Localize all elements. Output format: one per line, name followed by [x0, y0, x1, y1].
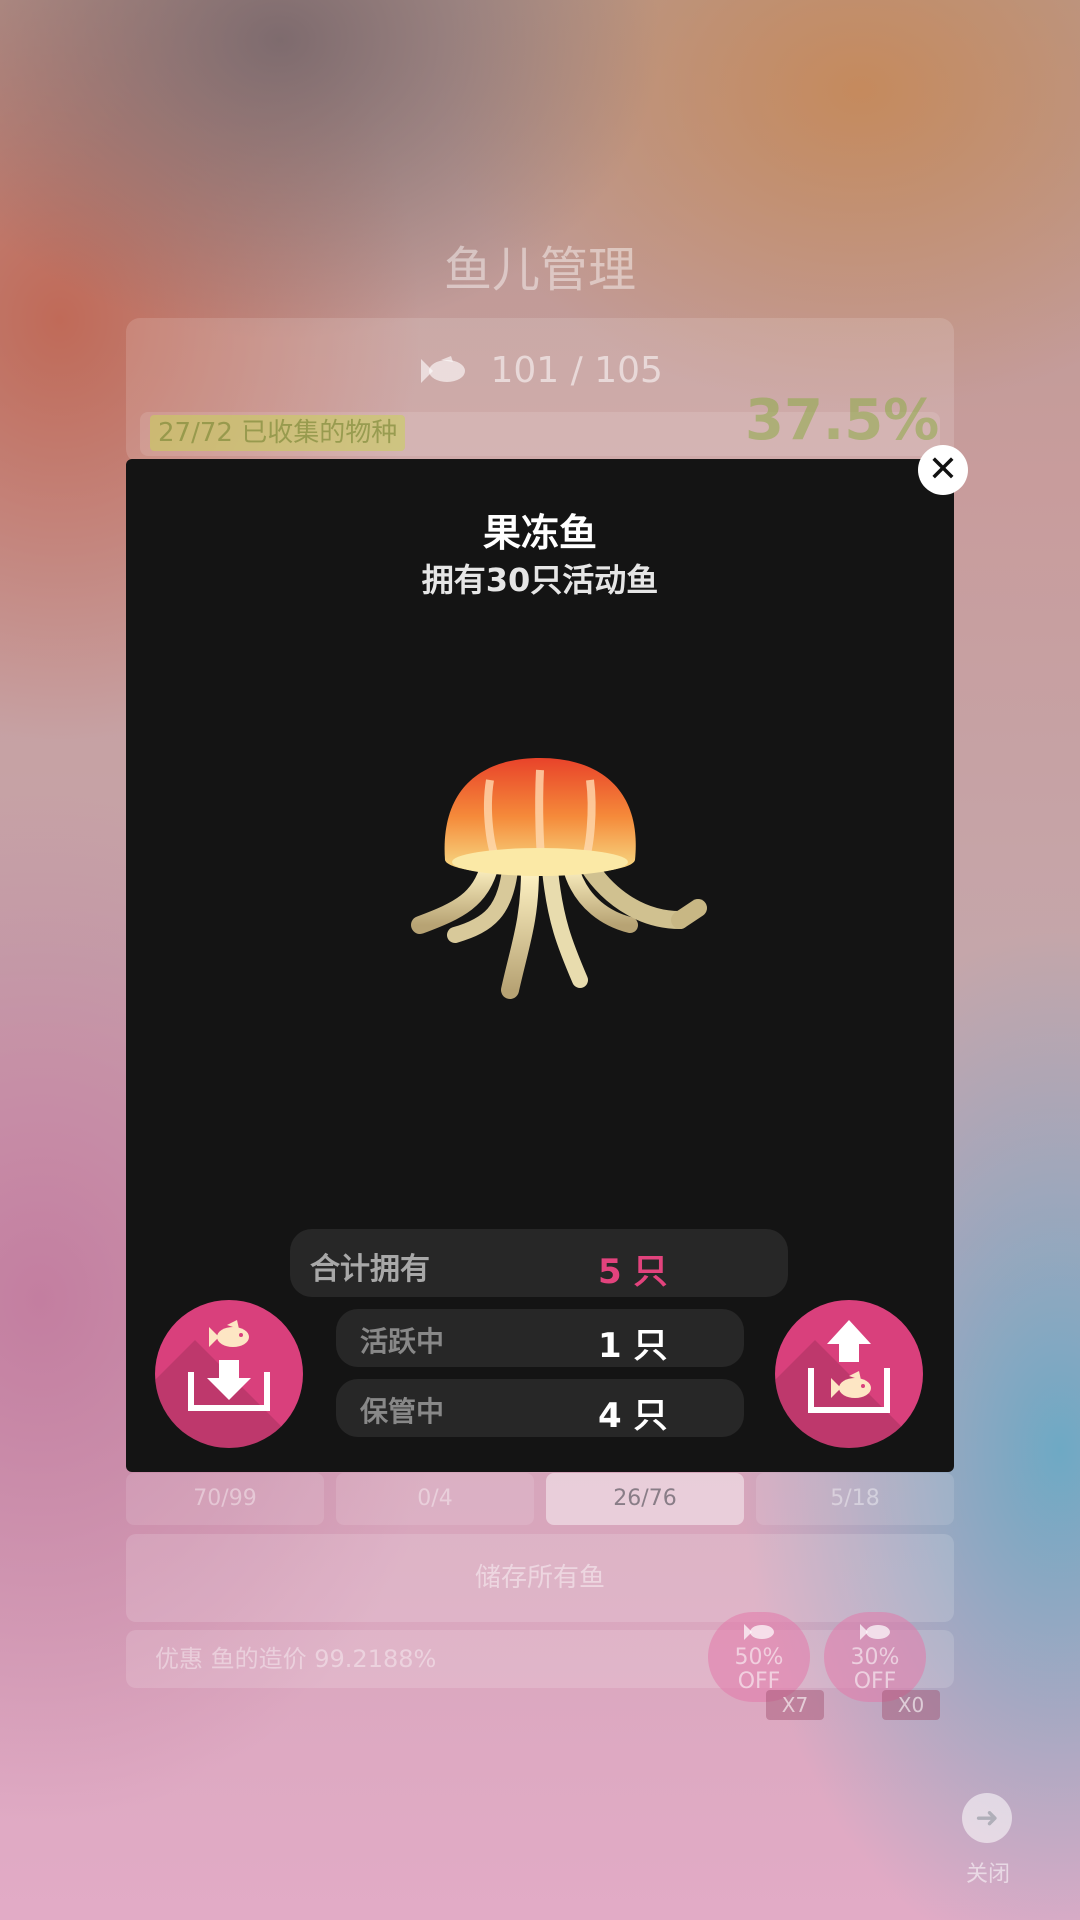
coupon-50-off[interactable]: 50% OFF	[708, 1612, 810, 1702]
stored-value: 4 只	[598, 1396, 668, 1436]
release-fish-icon	[808, 1320, 890, 1413]
fish-icon	[708, 1622, 810, 1646]
fish-icon	[824, 1622, 926, 1646]
coupon-multiplier: X7	[766, 1690, 824, 1720]
active-label: 活跃中	[360, 1325, 445, 1358]
close-label[interactable]: 关闭	[960, 1856, 1016, 1888]
fish-count-text: 101 / 105	[490, 350, 663, 391]
coupon-percent: 50%	[734, 1645, 784, 1670]
stored-label: 保管中	[360, 1395, 445, 1428]
close-icon[interactable]: ✕	[918, 445, 968, 495]
store-fish-button[interactable]	[155, 1300, 303, 1448]
tab-category-4[interactable]: 5/18	[756, 1473, 954, 1525]
store-all-fish-button[interactable]: 储存所有鱼	[126, 1534, 954, 1622]
total-owned-value: 5 只	[598, 1252, 668, 1292]
fish-subtitle: 拥有30只活动鱼	[421, 561, 659, 599]
fish-name: 果冻鱼	[482, 511, 597, 555]
jellyfish-image	[380, 750, 710, 1010]
species-collected-label: 27/72 已收集的物种	[150, 415, 406, 451]
collection-percent: 37.5%	[745, 388, 940, 453]
coupon-multiplier: X0	[882, 1690, 940, 1720]
fish-count: 101 / 105	[0, 350, 1080, 391]
arrow-right-icon[interactable]: ➜	[962, 1793, 1012, 1843]
store-fish-icon	[188, 1320, 270, 1411]
tab-category-2[interactable]: 0/4	[336, 1473, 534, 1525]
coupon-percent: 30%	[850, 1645, 900, 1670]
coupon-30-off[interactable]: 30% OFF	[824, 1612, 926, 1702]
tab-category-1[interactable]: 70/99	[126, 1473, 324, 1525]
tab-category-3[interactable]: 26/76	[546, 1473, 744, 1525]
page-title: 鱼儿管理	[443, 242, 636, 298]
active-value: 1 只	[598, 1326, 668, 1366]
fish-icon	[417, 350, 480, 391]
release-fish-button[interactable]	[775, 1300, 923, 1448]
discount-text: 优惠 鱼的造价 99.2188%	[155, 1645, 437, 1673]
total-owned-label: 合计拥有	[310, 1252, 430, 1287]
